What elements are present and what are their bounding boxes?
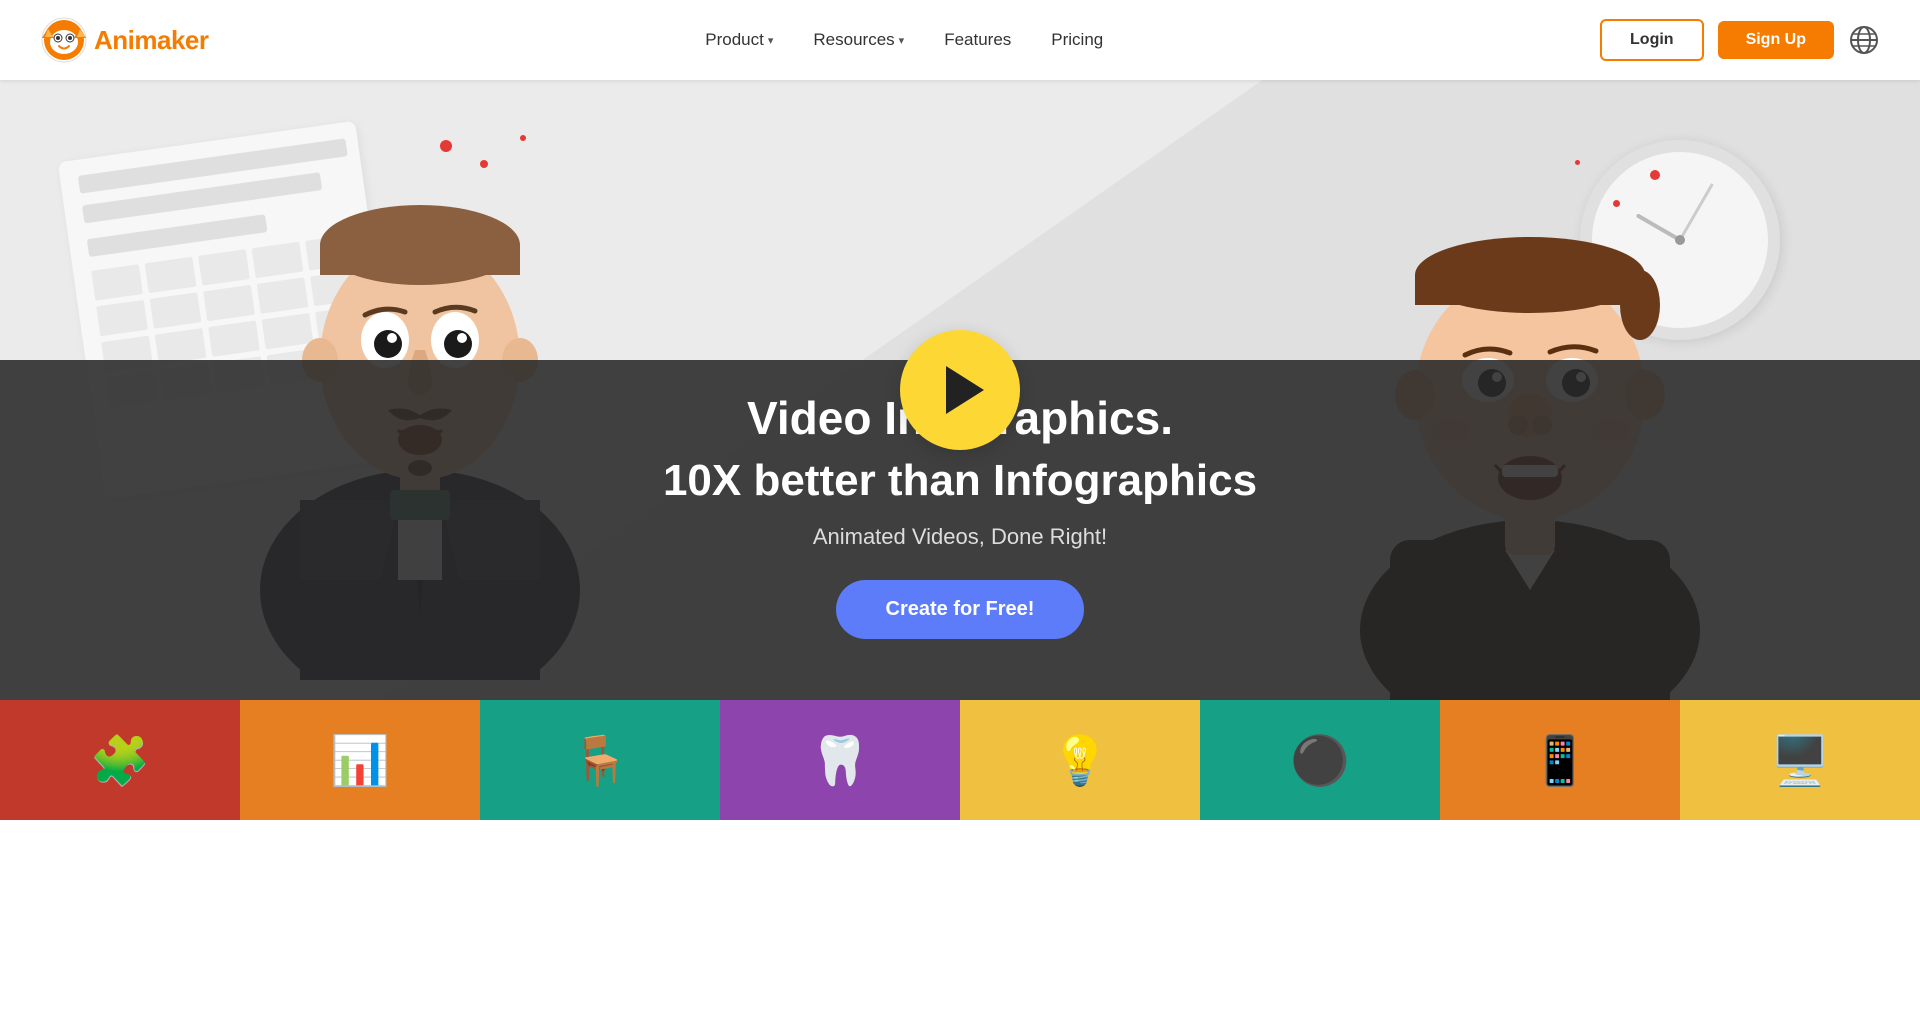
logo-icon — [40, 16, 88, 64]
nav-item-features[interactable]: Features — [944, 30, 1011, 50]
icon-strip-item-8[interactable]: 🖥️ — [1680, 700, 1920, 820]
play-button[interactable] — [900, 330, 1020, 450]
icon-strip-item-4[interactable]: 🦷 — [720, 700, 960, 820]
icon-strip-item-1[interactable]: 🧩 — [0, 700, 240, 820]
nav-pricing-label: Pricing — [1051, 30, 1103, 50]
globe-icon[interactable] — [1848, 24, 1880, 56]
puzzle-icon: 🧩 — [90, 732, 150, 789]
nav-menu: Product ▾ Resources ▾ Features Pricing — [705, 30, 1103, 50]
icon-strip-item-3[interactable]: 🪑 — [480, 700, 720, 820]
hero-description: Animated Videos, Done Right! — [813, 524, 1107, 550]
navbar-actions: Login Sign Up — [1600, 19, 1880, 61]
login-button[interactable]: Login — [1600, 19, 1704, 61]
icon-strip-item-6[interactable]: ⚫ — [1200, 700, 1440, 820]
signup-button[interactable]: Sign Up — [1718, 21, 1834, 59]
resources-chevron-icon: ▾ — [899, 34, 905, 47]
logo-text: Animaker — [94, 25, 209, 56]
product-chevron-icon: ▾ — [768, 34, 774, 47]
hero-section: Video Infographics. 10X better than Info… — [0, 80, 1920, 700]
nav-product-label: Product — [705, 30, 764, 50]
play-triangle-icon — [946, 366, 984, 414]
nav-item-pricing[interactable]: Pricing — [1051, 30, 1103, 50]
circle-icon: ⚫ — [1290, 732, 1350, 789]
nav-resources-label: Resources — [813, 30, 894, 50]
icon-strip-item-5[interactable]: 💡 — [960, 700, 1200, 820]
nav-item-resources[interactable]: Resources ▾ — [813, 30, 904, 50]
lightbulb-icon: 💡 — [1050, 732, 1110, 789]
mobile-icon: 📱 — [1530, 732, 1590, 789]
icon-strip: 🧩 📊 🪑 🦷 💡 ⚫ 📱 🖥️ — [0, 700, 1920, 820]
icon-strip-item-7[interactable]: 📱 — [1440, 700, 1680, 820]
tooth-icon: 🦷 — [810, 732, 870, 789]
create-free-button[interactable]: Create for Free! — [836, 580, 1085, 639]
desktop-icon: 🖥️ — [1770, 732, 1830, 789]
hero-subtitle: 10X better than Infographics — [663, 455, 1257, 508]
nav-item-product[interactable]: Product ▾ — [705, 30, 773, 50]
chart-icon: 📊 — [330, 732, 390, 789]
nav-features-label: Features — [944, 30, 1011, 50]
logo[interactable]: Animaker — [40, 16, 209, 64]
chair-icon: 🪑 — [570, 732, 630, 789]
icon-strip-item-2[interactable]: 📊 — [240, 700, 480, 820]
navbar: Animaker Product ▾ Resources ▾ Features … — [0, 0, 1920, 80]
